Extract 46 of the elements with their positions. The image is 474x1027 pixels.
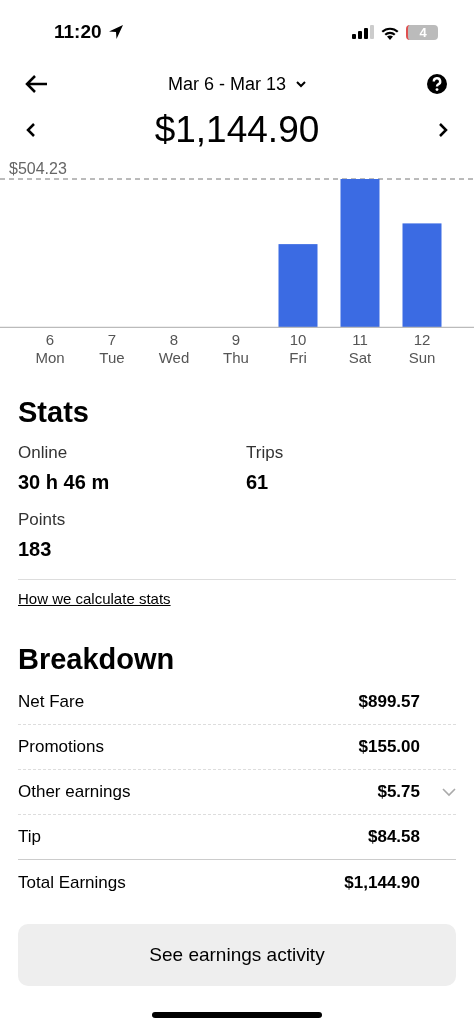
battery-indicator: 4 [406, 24, 438, 40]
day-date: 12 [413, 331, 431, 349]
stat-label: Online [18, 443, 69, 463]
stat-label: Trips [246, 443, 285, 463]
day-weekday: Fri [289, 349, 307, 367]
day-weekday: Sat [348, 349, 372, 367]
day-weekday: Wed [158, 349, 190, 367]
how-we-calculate-link[interactable]: How we calculate stats [18, 590, 171, 607]
day-weekday: Sun [408, 349, 436, 367]
breakdown-amount: $155.00 [358, 737, 420, 757]
caret-icon [296, 80, 306, 88]
next-week-icon[interactable] [438, 122, 448, 138]
stat-label: Points [18, 510, 67, 530]
total-amount: $1,144.90 [154, 109, 320, 151]
location-arrow-icon [107, 24, 124, 40]
signal-icon [352, 25, 374, 39]
breakdown-label: Tip [18, 827, 42, 847]
day-date: 7 [107, 331, 117, 349]
day-date: 10 [289, 331, 307, 349]
day-date: 11 [352, 331, 368, 349]
stat-value: 183 [18, 538, 53, 561]
day-weekday: Mon [35, 349, 65, 367]
breakdown-label: Other earnings [18, 782, 132, 802]
axis-tick-label: $504.23 [9, 160, 67, 177]
breakdown-amount: $1,144.90 [344, 873, 420, 893]
status-time: 11:20 [54, 21, 102, 43]
see-earnings-activity-button[interactable]: See earnings activity [18, 924, 456, 986]
help-icon[interactable] [426, 73, 448, 95]
previous-week-icon[interactable] [26, 122, 36, 138]
date-range-dropdown[interactable]: Mar 6 - Mar 13 [168, 73, 306, 95]
section-title: Stats [18, 395, 90, 429]
breakdown-label: Net Fare [18, 692, 86, 712]
breakdown-amount: $899.57 [358, 692, 420, 712]
breakdown-amount: $5.75 [377, 782, 420, 802]
stat-value: 61 [246, 471, 270, 494]
section-title: Breakdown [18, 642, 176, 676]
day-weekday: Thu [223, 349, 249, 367]
breakdown-amount: $84.58 [368, 827, 420, 847]
stat-value: 30 h 46 m [18, 471, 111, 494]
day-date: 9 [231, 331, 241, 349]
breakdown-label: Total Earnings [18, 873, 127, 893]
day-weekday: Tue [99, 349, 125, 367]
back-arrow-icon[interactable] [24, 74, 48, 94]
day-date: 8 [169, 331, 179, 349]
breakdown-label: Promotions [18, 737, 105, 757]
day-date: 6 [45, 331, 55, 349]
